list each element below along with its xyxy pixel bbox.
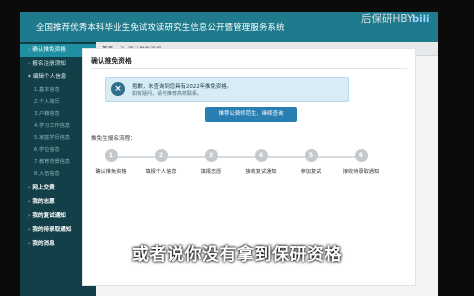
step-number: 5 xyxy=(304,149,318,162)
info-circle-icon: × xyxy=(111,82,125,96)
sidebar-item-label: 编辑个人信息 xyxy=(32,74,67,80)
sidebar-item-label: 6.学位信息 xyxy=(34,147,60,153)
eligibility-alert: × 抱歉，未查询到您具有2022年推免资格。 如有疑问，请与推荐高校联系。 xyxy=(105,77,349,102)
page-title: 确认推免资格 xyxy=(91,57,132,65)
bilibili-logo: bili xyxy=(412,14,430,25)
channel-watermark: 后保研HBY xyxy=(361,13,414,25)
sidebar-item-label: 8.入伍信息 xyxy=(34,171,60,177)
sidebar-item-label: 5.家庭学历信息 xyxy=(34,135,71,141)
sidebar-item-label: 7.教育背景信息 xyxy=(34,159,71,165)
sidebar-item-label: 2.个人简历 xyxy=(34,99,60,105)
alert-hint: 如有疑问，请与推荐高校联系。 xyxy=(132,91,203,97)
chevron-right-icon: › xyxy=(28,47,31,53)
sidebar-item-label: 网上交费 xyxy=(32,185,55,191)
video-subtitle: 或者说你没有拿到保研资格 xyxy=(132,245,342,265)
step-number: 4 xyxy=(254,149,268,162)
chevron-right-icon: › xyxy=(28,61,31,67)
continue-query-button[interactable]: 推荐公费师范生、继续查询 xyxy=(205,107,297,122)
chevron-down-icon: ▾ xyxy=(28,74,31,80)
chevron-right-icon: › xyxy=(28,185,31,191)
step-item: 6 接收待录取通知 xyxy=(332,149,390,175)
alert-message: 抱歉，未查询到您具有2022年推免资格。 xyxy=(132,84,232,90)
chevron-right-icon: › xyxy=(28,227,31,233)
sidebar-item-label: 1.基本信息 xyxy=(34,87,60,93)
sidebar-item-label: 4.学习工作信息 xyxy=(34,123,71,129)
sidebar-item-label: 报名注册须知 xyxy=(32,61,66,67)
sidebar-item-label: 我的待录取通知 xyxy=(32,227,72,233)
sidebar-item-label: 我的复试通知 xyxy=(32,213,66,219)
step-label: 接收待录取通知 xyxy=(342,169,380,175)
steps-heading: 推免生报名流程： xyxy=(91,136,136,142)
step-number: 2 xyxy=(154,149,168,162)
step-number: 1 xyxy=(104,149,118,162)
sidebar-item-label: 我的志愿 xyxy=(32,199,55,205)
sidebar-item-label: 3.户籍信息 xyxy=(34,111,60,117)
chevron-right-icon: › xyxy=(28,213,31,219)
app-title: 全国推荐优秀本科毕业生免试攻读研究生信息公开暨管理服务系统 xyxy=(36,22,285,32)
title-divider xyxy=(91,68,407,69)
step-number: 3 xyxy=(204,149,218,162)
step-number: 6 xyxy=(354,149,368,162)
sidebar-item-label: 确认推免资格 xyxy=(32,47,66,53)
chevron-right-icon: › xyxy=(28,199,31,205)
